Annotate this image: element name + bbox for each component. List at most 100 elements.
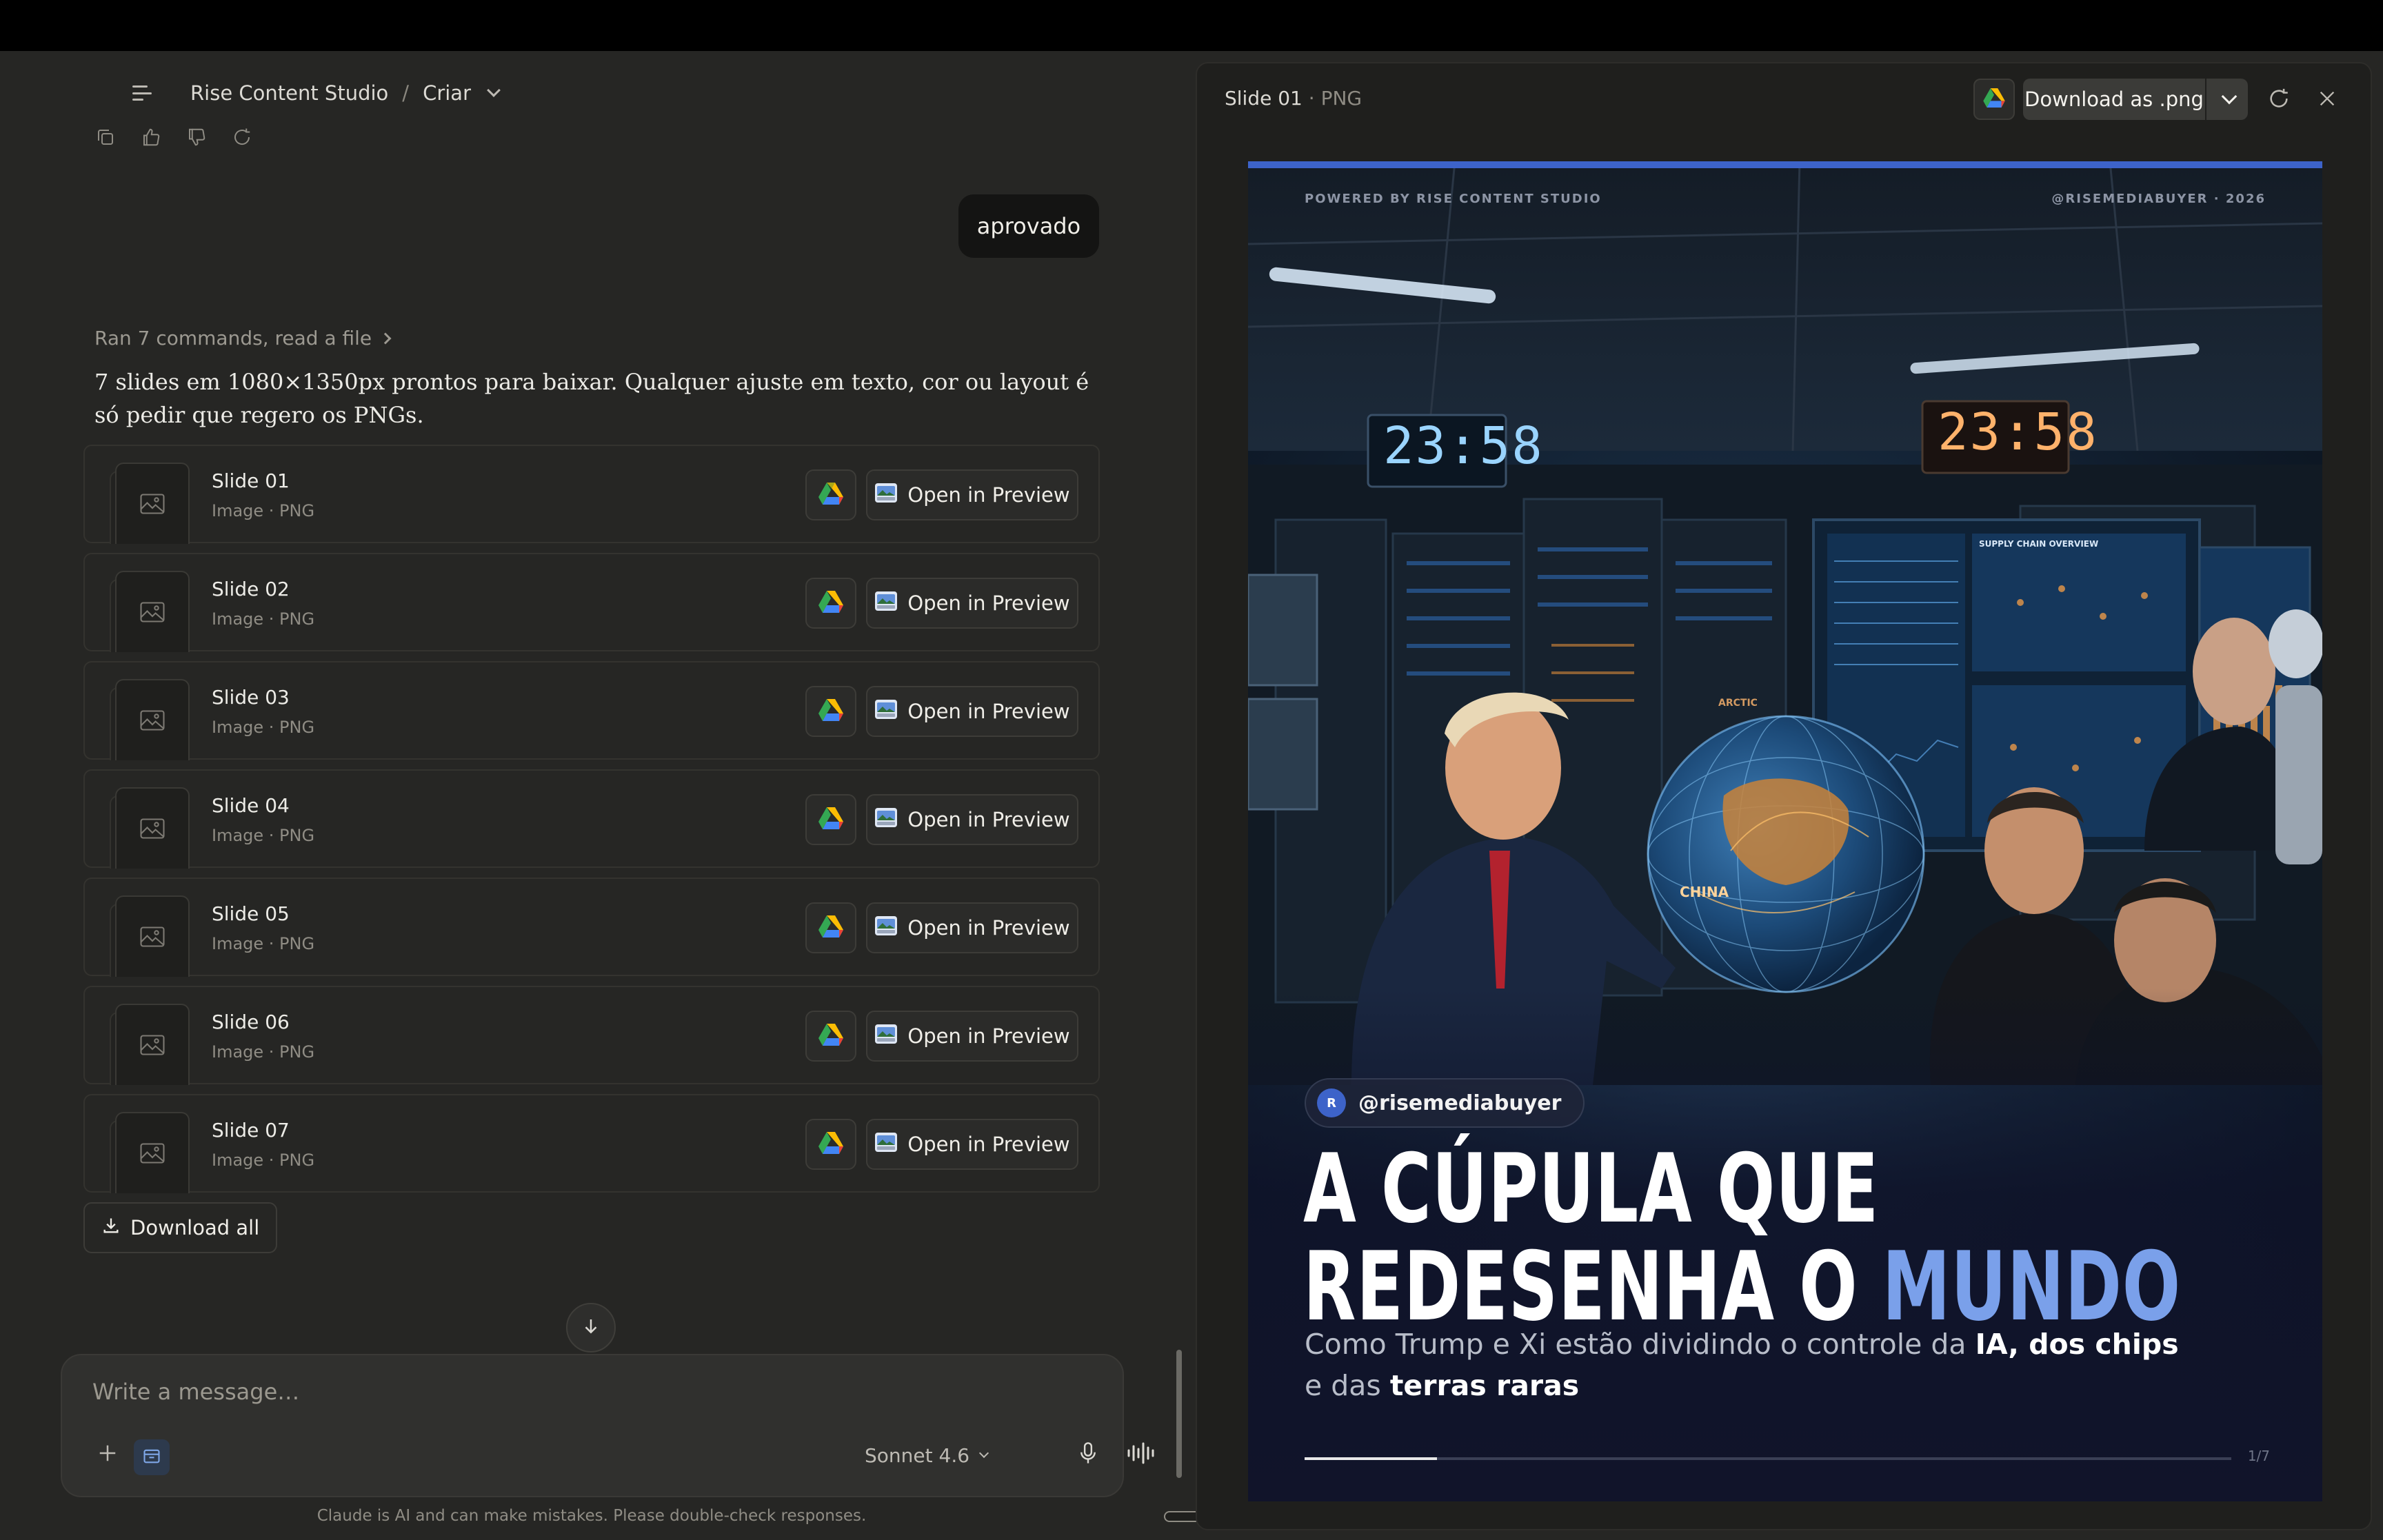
- file-card[interactable]: Slide 07 Image · PNG Open in Preview: [83, 1094, 1100, 1193]
- tool-summary-label: Ran 7 commands, read a file: [94, 327, 372, 349]
- breadcrumb-separator: /: [402, 81, 410, 105]
- archive-box-icon: [142, 1446, 161, 1468]
- retry-icon[interactable]: [230, 125, 254, 149]
- open-in-preview-label: Open in Preview: [907, 1133, 1070, 1156]
- file-name: Slide 07: [212, 1119, 290, 1142]
- slide-progress-fill: [1305, 1457, 1438, 1460]
- slide-image: 23:58 23:58 CHINA ARCTIC SUPPLY CHAIN OV…: [1248, 161, 2322, 1501]
- dictation-button[interactable]: [1073, 1439, 1103, 1470]
- avatar: R: [1317, 1088, 1346, 1117]
- voice-mode-button[interactable]: [1124, 1439, 1158, 1470]
- slide-author-chip: R @risemediabuyer: [1305, 1078, 1585, 1128]
- google-drive-icon: [1983, 88, 2005, 110]
- open-in-preview-label: Open in Preview: [907, 591, 1070, 615]
- image-file-icon: [115, 1004, 190, 1085]
- file-name: Slide 04: [212, 794, 290, 817]
- open-in-preview-button[interactable]: Open in Preview: [866, 794, 1078, 845]
- slide-handle-year: @RISEMEDIABUYER · 2026: [2051, 192, 2266, 206]
- google-drive-icon: [818, 483, 843, 507]
- image-file-icon: [115, 463, 190, 544]
- google-drive-icon: [818, 1132, 843, 1157]
- file-type: Image · PNG: [212, 718, 315, 737]
- preview-app-icon: [874, 1132, 898, 1157]
- save-to-drive-button[interactable]: [805, 902, 856, 953]
- save-to-drive-button[interactable]: [805, 794, 856, 845]
- plus-icon: [97, 1443, 118, 1466]
- download-options-button[interactable]: [2206, 79, 2248, 120]
- thumbs-down-icon[interactable]: [185, 125, 208, 149]
- add-attachment-button[interactable]: [92, 1439, 123, 1470]
- sidebar-toggle-icon[interactable]: [132, 85, 152, 101]
- chevron-down-icon[interactable]: [487, 83, 501, 97]
- model-selector[interactable]: Sonnet 4.6: [865, 1438, 989, 1472]
- preview-file-name: Slide 01: [1225, 87, 1303, 110]
- file-card[interactable]: Slide 03 Image · PNG Open in Preview: [83, 661, 1100, 760]
- model-name: Sonnet 4.6: [865, 1443, 970, 1467]
- save-to-drive-button[interactable]: [805, 686, 856, 737]
- arrow-down-icon: [581, 1316, 601, 1339]
- slide-page-indicator: 1/7: [2247, 1448, 2270, 1464]
- file-name: Slide 03: [212, 686, 290, 709]
- file-list: Slide 01 Image · PNG Open in Preview Sli…: [83, 445, 1100, 1202]
- file-card[interactable]: Slide 06 Image · PNG Open in Preview: [83, 986, 1100, 1085]
- globe-label-china: CHINA: [1680, 884, 1729, 900]
- image-file-icon: [115, 895, 190, 977]
- chat-pane: Rise Content Studio / Criar aprovado Ran…: [0, 51, 1183, 1540]
- message-input[interactable]: [92, 1375, 1058, 1409]
- file-card[interactable]: Slide 02 Image · PNG Open in Preview: [83, 553, 1100, 652]
- open-in-preview-label: Open in Preview: [907, 916, 1070, 940]
- file-card[interactable]: Slide 05 Image · PNG Open in Preview: [83, 878, 1100, 977]
- breadcrumb-chat-title[interactable]: Criar: [423, 81, 471, 105]
- scroll-to-bottom-button[interactable]: [566, 1303, 616, 1352]
- close-preview-button[interactable]: [2314, 87, 2340, 113]
- save-to-drive-button[interactable]: [1973, 79, 2015, 120]
- thumbs-up-icon[interactable]: [139, 125, 163, 149]
- open-in-preview-button[interactable]: Open in Preview: [866, 902, 1078, 953]
- open-in-preview-button[interactable]: Open in Preview: [866, 469, 1078, 520]
- message-composer: Sonnet 4.6: [61, 1354, 1154, 1497]
- image-file-icon: [115, 571, 190, 652]
- assistant-message: 7 slides em 1080×1350px prontos para bai…: [94, 369, 1089, 428]
- download-all-button[interactable]: Download all: [83, 1202, 278, 1253]
- save-to-drive-button[interactable]: [805, 1119, 856, 1170]
- app-window: Rise Content Studio / Criar aprovado Ran…: [0, 51, 2383, 1540]
- file-type: Image · PNG: [212, 826, 315, 845]
- file-type: Image · PNG: [212, 1151, 315, 1170]
- window-top-bar: [0, 0, 2383, 51]
- google-drive-icon: [818, 591, 843, 616]
- file-name: Slide 05: [212, 902, 290, 925]
- breadcrumb-project[interactable]: Rise Content Studio: [190, 81, 388, 105]
- download-png-button[interactable]: Download as .png: [2023, 79, 2205, 120]
- open-in-preview-button[interactable]: Open in Preview: [866, 686, 1078, 737]
- slide-headline: A CÚPULA QUE REDESENHA O MUNDO: [1303, 1140, 2181, 1336]
- chat-scrollbar[interactable]: [1176, 1350, 1182, 1478]
- save-to-drive-button[interactable]: [805, 578, 856, 629]
- project-button[interactable]: [134, 1439, 170, 1475]
- open-in-preview-label: Open in Preview: [907, 808, 1070, 831]
- user-message: aprovado: [958, 194, 1099, 258]
- google-drive-icon: [818, 807, 843, 832]
- image-file-icon: [115, 679, 190, 760]
- slide-subtitle: Como Trump e Xi estão dividindo o contro…: [1305, 1324, 2201, 1406]
- file-type: Image · PNG: [212, 501, 315, 520]
- copy-icon[interactable]: [94, 125, 117, 149]
- open-in-preview-button[interactable]: Open in Preview: [866, 1011, 1078, 1062]
- open-in-preview-button[interactable]: Open in Preview: [866, 1119, 1078, 1170]
- tool-summary[interactable]: Ran 7 commands, read a file: [94, 327, 392, 349]
- google-drive-icon: [818, 699, 843, 724]
- file-name: Slide 01: [212, 469, 290, 492]
- chevron-right-icon: [379, 332, 392, 344]
- save-to-drive-button[interactable]: [805, 469, 856, 520]
- open-in-preview-button[interactable]: Open in Preview: [866, 578, 1078, 629]
- file-card[interactable]: Slide 01 Image · PNG Open in Preview: [83, 445, 1100, 544]
- save-to-drive-button[interactable]: [805, 1011, 856, 1062]
- subtitle-bold-1: IA, dos chips: [1975, 1328, 2179, 1361]
- slide-progress-bar: [1305, 1457, 2231, 1460]
- preview-app-icon: [874, 591, 898, 616]
- preview-app-icon: [874, 807, 898, 833]
- google-drive-icon: [818, 915, 843, 940]
- open-in-preview-label: Open in Preview: [907, 483, 1070, 507]
- file-card[interactable]: Slide 04 Image · PNG Open in Preview: [83, 769, 1100, 869]
- preview-title: Slide 01 · PNG: [1225, 87, 1362, 110]
- reload-button[interactable]: [2266, 87, 2292, 113]
